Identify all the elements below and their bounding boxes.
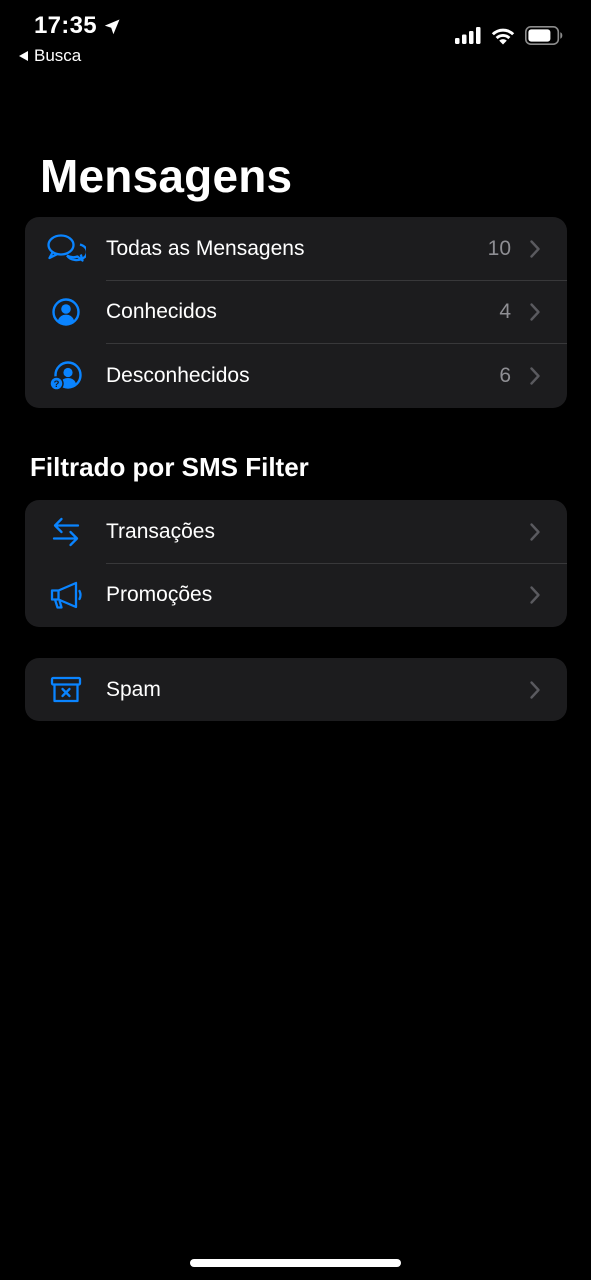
chevron-right-icon	[530, 367, 540, 385]
known-contacts-label: Conhecidos	[106, 300, 217, 324]
filter-section-header: Filtrado por SMS Filter	[30, 452, 309, 482]
status-time-group: 17:35	[34, 12, 121, 40]
spam-label: Spam	[106, 677, 161, 701]
megaphone-icon	[46, 577, 86, 613]
chevron-right-icon	[530, 523, 540, 541]
location-arrow-icon	[104, 19, 120, 34]
unknown-person-icon: ?	[46, 358, 86, 394]
transactions-row[interactable]: Transações	[25, 500, 567, 564]
unknown-senders-count: 6	[499, 363, 511, 387]
all-messages-row[interactable]: Todas as Mensagens 10	[25, 217, 567, 281]
transactions-label: Transações	[106, 519, 215, 543]
spam-row[interactable]: Spam	[25, 658, 567, 721]
known-contacts-count: 4	[499, 300, 511, 324]
chevron-right-icon	[530, 240, 540, 258]
all-messages-count: 10	[487, 236, 511, 260]
junk-box-icon	[46, 672, 86, 708]
spam-group: Spam	[25, 658, 567, 721]
filter-group: Transações Promoções	[25, 500, 567, 627]
all-messages-label: Todas as Mensagens	[106, 236, 305, 260]
known-contacts-row[interactable]: Conhecidos 4	[25, 281, 567, 344]
status-time: 17:35	[34, 12, 97, 39]
messages-group: Todas as Mensagens 10 Conhecidos 4 ? Des…	[25, 217, 567, 408]
status-bar: 17:35 Busca	[0, 0, 591, 65]
back-to-search-button[interactable]: Busca	[18, 46, 81, 66]
chevron-right-icon	[530, 586, 540, 604]
status-indicators	[455, 26, 563, 45]
wifi-icon	[491, 28, 515, 45]
svg-text:?: ?	[54, 379, 60, 390]
battery-icon	[525, 26, 563, 45]
promotions-label: Promoções	[106, 583, 213, 607]
arrows-exchange-icon	[46, 514, 86, 550]
page-title: Mensagens	[40, 150, 293, 202]
cellular-signal-icon	[455, 27, 481, 44]
promotions-row[interactable]: Promoções	[25, 564, 567, 628]
chat-bubbles-icon	[46, 231, 86, 267]
back-triangle-icon	[19, 51, 28, 61]
chevron-right-icon	[530, 680, 540, 699]
chevron-right-icon	[530, 303, 540, 321]
unknown-senders-label: Desconhecidos	[106, 363, 250, 387]
home-indicator[interactable]	[190, 1259, 401, 1267]
person-circle-icon	[46, 294, 86, 330]
back-label: Busca	[34, 46, 82, 65]
unknown-senders-row[interactable]: ? Desconhecidos 6	[25, 344, 567, 408]
